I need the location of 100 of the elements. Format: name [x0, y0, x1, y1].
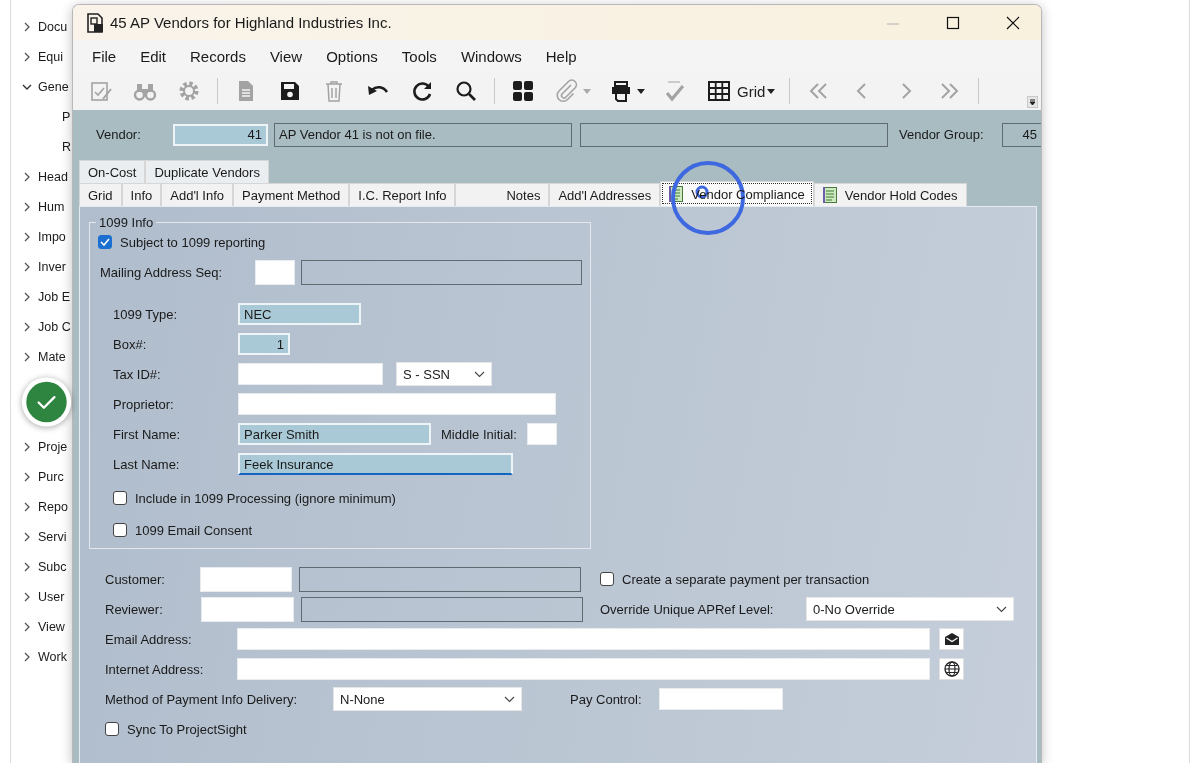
menu-item[interactable]: Help — [533, 47, 589, 65]
checkbox[interactable] — [600, 572, 614, 586]
field-label: Proprietor: — [113, 396, 175, 412]
menu-item[interactable]: Records — [178, 47, 258, 65]
checkbox-label: Subject to 1099 reporting — [120, 234, 266, 250]
overflow-icon[interactable] — [1027, 96, 1038, 108]
text-field[interactable] — [659, 688, 783, 710]
sidebar-item[interactable]: Gene — [38, 80, 69, 94]
field-label: Mailing Address Seq: — [100, 264, 224, 280]
menu-item[interactable]: Edit — [128, 47, 179, 65]
save-icon[interactable] — [278, 79, 302, 103]
window-title: 45 AP Vendors for Highland Industries Inc. — [110, 14, 392, 31]
menu-item[interactable]: View — [257, 47, 315, 65]
dropdown[interactable]: N-None — [333, 687, 522, 711]
toolbar-label[interactable]: Grid — [737, 82, 766, 100]
tab[interactable]: Payment Method — [233, 183, 350, 206]
vendor-field[interactable]: 41 — [173, 123, 268, 146]
tab[interactable]: Info — [121, 183, 162, 206]
field-label: Middle Initial: — [441, 426, 518, 442]
text-field[interactable] — [200, 566, 292, 592]
tab[interactable]: Vendor Hold Codes — [813, 183, 967, 206]
sidebar-item[interactable]: R — [62, 140, 72, 154]
checkbox-label: Create a separate payment per transaction — [622, 571, 870, 587]
field-label: Vendor Group: — [899, 127, 985, 142]
checkbox[interactable] — [113, 491, 127, 505]
sidebar-item[interactable]: Inver — [38, 260, 66, 274]
grid-icon[interactable] — [707, 79, 731, 103]
text-field[interactable] — [201, 596, 294, 622]
menu-item[interactable]: Windows — [448, 47, 534, 65]
tab[interactable]: Notes — [455, 183, 550, 206]
sidebar-item[interactable]: Mate — [38, 350, 66, 364]
field-label: First Name: — [113, 426, 182, 442]
text-field[interactable]: NEC — [238, 303, 361, 325]
tab[interactable]: On-Cost — [79, 160, 146, 183]
globe-icon[interactable] — [943, 661, 960, 677]
field-label: Tax ID#: — [113, 366, 162, 382]
field-label: Override Unique APRef Level: — [600, 601, 775, 617]
sidebar-item[interactable]: View — [38, 620, 65, 634]
sidebar-item[interactable]: Job C — [38, 320, 71, 334]
search-icon[interactable] — [454, 79, 478, 103]
text-field[interactable] — [255, 259, 295, 285]
sidebar-item[interactable]: Purc — [38, 470, 64, 484]
checkbox[interactable] — [98, 235, 112, 249]
dropdown[interactable]: S - SSN — [396, 362, 492, 386]
sidebar-item[interactable]: Hum — [38, 200, 65, 214]
sidebar-item[interactable]: Subc — [38, 560, 67, 574]
sidebar-item[interactable]: Proje — [38, 440, 68, 454]
text-field[interactable] — [238, 363, 383, 385]
menu-item[interactable]: Tools — [389, 47, 449, 65]
sidebar-item[interactable]: Equi — [38, 50, 64, 64]
sidebar-item[interactable]: P — [62, 110, 71, 124]
tab[interactable]: Add'l Info — [161, 183, 234, 206]
app-icon — [86, 12, 104, 33]
envelope-icon[interactable] — [943, 632, 960, 646]
field-label: Method of Payment Info Delivery: — [105, 691, 299, 707]
menu-item[interactable]: Options — [314, 47, 390, 65]
checkbox-label: 1099 Email Consent — [135, 522, 253, 538]
text-field[interactable] — [238, 393, 556, 415]
checkbox[interactable] — [105, 722, 119, 736]
text-field[interactable]: Parker Smith — [238, 423, 431, 445]
sidebar-item[interactable]: Impo — [38, 230, 66, 244]
sidebar-item[interactable]: User — [38, 590, 65, 604]
vendor-description-field: AP Vendor 41 is not on file. — [274, 122, 572, 147]
group-title: 1099 Info — [98, 215, 155, 230]
dropdown[interactable]: 0-No Override — [806, 597, 1014, 621]
text-field[interactable] — [237, 658, 930, 680]
sidebar-item[interactable]: Docu — [38, 20, 68, 34]
text-field[interactable]: Feek Insurance — [238, 453, 513, 475]
text-field[interactable] — [237, 628, 930, 650]
field-label: Email Address: — [105, 631, 193, 647]
text-field[interactable] — [527, 423, 557, 445]
printer-icon[interactable] — [609, 79, 633, 103]
sidebar-item[interactable]: Servi — [38, 530, 67, 544]
field-label: Internet Address: — [105, 661, 205, 677]
redo-icon[interactable] — [410, 79, 434, 103]
caret-icon[interactable] — [767, 88, 776, 94]
menu-item[interactable]: File — [80, 47, 129, 65]
text-field[interactable]: 1 — [238, 333, 290, 355]
checkbox[interactable] — [113, 523, 127, 537]
chevron-down-icon — [504, 695, 515, 703]
vendor-group-field: 45 — [1002, 122, 1041, 147]
sidebar-item[interactable]: Head — [38, 170, 68, 184]
chevron-down-icon — [996, 605, 1007, 613]
tab[interactable]: Grid — [79, 183, 122, 206]
field-label: 1099 Type: — [113, 306, 179, 322]
checkbox-label: Include in 1099 Processing (ignore minimum) — [135, 490, 396, 506]
tab[interactable]: Duplicate Vendors — [145, 160, 269, 183]
calculator-icon[interactable] — [511, 79, 535, 103]
checkbox-label: Sync To ProjectSight — [127, 721, 247, 737]
tab[interactable]: Add'l Addresses — [549, 183, 661, 206]
sidebar-item[interactable]: Work — [38, 650, 67, 664]
caret-icon[interactable] — [637, 88, 645, 94]
chevron-down-icon — [474, 370, 485, 378]
field-label: Vendor: — [96, 127, 142, 142]
sidebar-item[interactable]: Job E — [38, 290, 70, 304]
field-label: Last Name: — [113, 456, 181, 472]
field-label: Pay Control: — [570, 691, 643, 707]
field-label: Box#: — [113, 336, 148, 352]
sidebar-item[interactable]: Repo — [38, 500, 68, 514]
tab[interactable]: I.C. Report Info — [349, 183, 456, 206]
